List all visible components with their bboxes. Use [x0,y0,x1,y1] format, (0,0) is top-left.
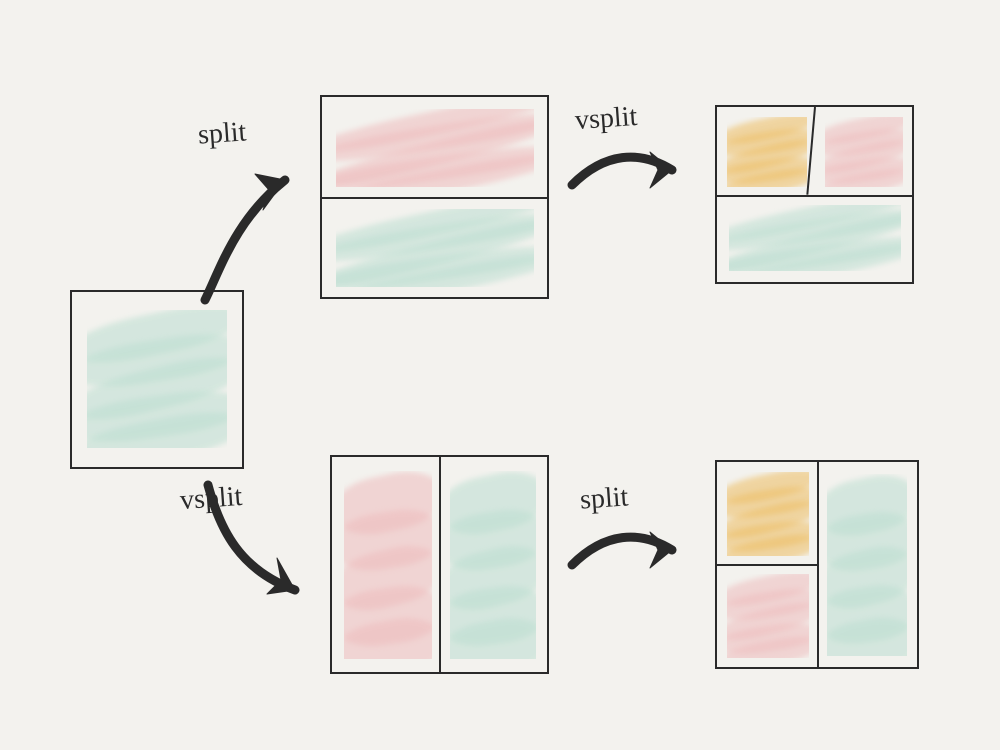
pane-fill-green [336,209,534,287]
pane-fill-gold [727,472,809,556]
pane-fill-green [450,471,536,659]
label-split-bottom: split [579,483,629,514]
label-vsplit-top: vsplit [574,103,638,135]
pane-fill-pink [344,471,432,659]
bottom-step2-window [715,460,919,669]
h-divider [717,564,817,566]
arrow-top-step2 [560,140,690,200]
pane-fill-green [729,205,901,271]
top-step1-window [320,95,549,299]
v-divider [439,457,441,672]
label-vsplit-bottom: vsplit [179,483,243,515]
pane-fill-green [87,310,227,448]
label-split-top: split [197,118,247,149]
v-divider [817,462,819,667]
bottom-step1-window [330,455,549,674]
pane-fill-pink [336,109,534,187]
h-divider [717,195,912,197]
v-divider [806,107,816,195]
top-step2-window [715,105,914,284]
pane-fill-pink [825,117,903,187]
arrow-root-to-top [175,150,315,305]
pane-fill-gold [727,117,807,187]
diagram-canvas: split vsplit vsplit [0,0,1000,750]
arrow-bottom-step2 [560,520,690,580]
root-window [70,290,244,469]
pane-fill-pink [727,574,809,658]
pane-fill-green [827,474,907,656]
h-divider [322,197,547,199]
